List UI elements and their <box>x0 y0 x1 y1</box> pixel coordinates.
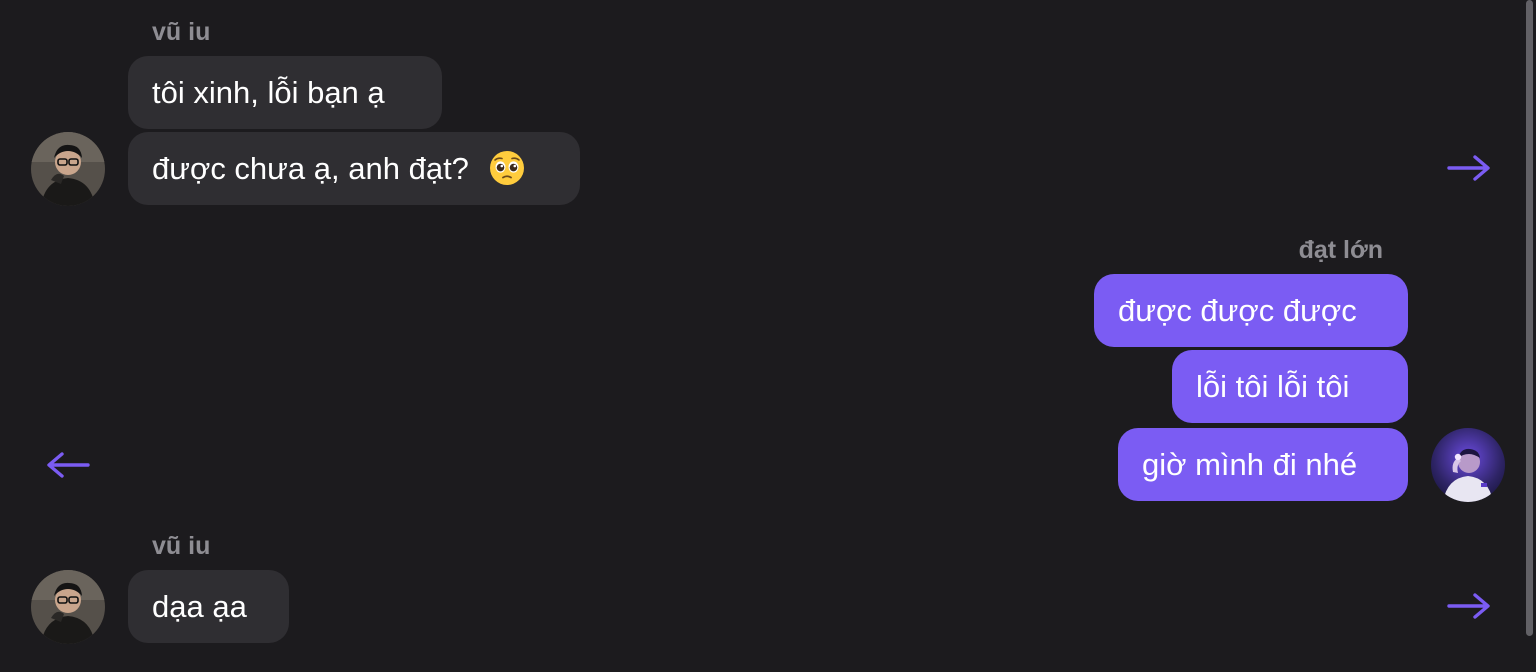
avatar[interactable] <box>31 570 105 644</box>
message-bubble[interactable]: tôi xinh, lỗi bạn ạ <box>128 56 442 129</box>
message-bubble[interactable]: dạa ạa <box>128 570 289 643</box>
sender-name: đạt lớn <box>1298 236 1383 264</box>
scrollbar-thumb[interactable] <box>1526 0 1533 636</box>
message-text: tôi xinh, lỗi bạn ạ <box>152 75 385 110</box>
message-text: được chưa ạ, anh đạt? <box>152 151 469 186</box>
sender-name: vũ iu <box>152 532 211 560</box>
message-bubble[interactable]: giờ mình đi nhé <box>1118 428 1408 501</box>
message-bubble[interactable]: được chưa ạ, anh đạt? <box>128 132 580 205</box>
scrollbar[interactable] <box>1524 0 1536 672</box>
arrow-right-icon[interactable] <box>1446 153 1492 183</box>
pleading-face-icon <box>488 149 526 187</box>
message-text: được được được <box>1118 293 1357 328</box>
message-text: giờ mình đi nhé <box>1142 447 1358 482</box>
arrow-left-icon[interactable] <box>45 450 91 480</box>
avatar[interactable] <box>1431 428 1505 502</box>
message-bubble[interactable]: được được được <box>1094 274 1408 347</box>
avatar[interactable] <box>31 132 105 206</box>
chat-transcript: vũ iu tôi xinh, lỗi bạn ạ được chưa ạ, a… <box>0 0 1536 672</box>
message-bubble[interactable]: lỗi tôi lỗi tôi <box>1172 350 1408 423</box>
sender-name: vũ iu <box>152 18 211 46</box>
message-text: lỗi tôi lỗi tôi <box>1196 369 1350 404</box>
arrow-right-icon[interactable] <box>1446 591 1492 621</box>
message-text: dạa ạa <box>152 589 247 624</box>
